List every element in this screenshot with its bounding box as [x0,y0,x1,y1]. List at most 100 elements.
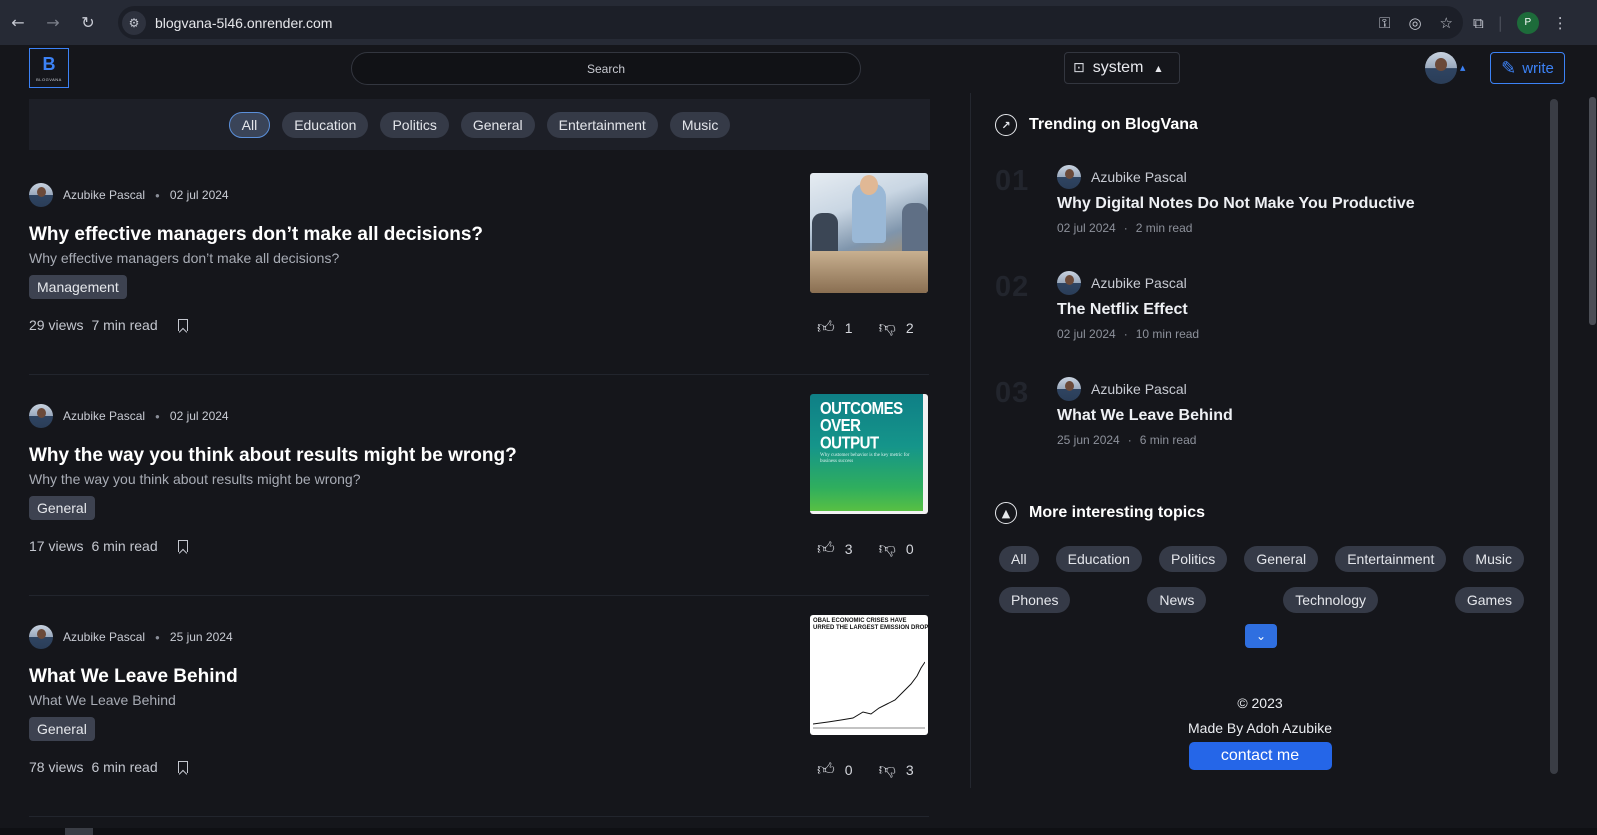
back-icon[interactable]: ← [4,9,32,37]
show-more-topics-button[interactable]: ⌄ [1245,624,1277,648]
thumbs-up-icon[interactable]: 👍︎ [817,538,835,559]
bookmark-icon[interactable] [177,540,188,552]
topic-chip-technology[interactable]: Technology [1283,587,1379,613]
column-divider [970,93,971,788]
topic-chip-general[interactable]: General [1244,546,1319,572]
post-tag[interactable]: Management [29,275,127,299]
author-avatar[interactable] [29,404,53,428]
post-thumbnail[interactable]: OBAL ECONOMIC CRISES HAVE URRED THE LARG… [810,615,928,735]
author-avatar[interactable] [29,183,53,207]
sidebar-scrollbar[interactable] [1550,99,1558,774]
topic-chip-entertainment[interactable]: Entertainment [1335,546,1447,572]
search-input[interactable] [352,53,860,84]
post-card[interactable]: Azubike Pascal ● 25 jun 2024 What We Lea… [29,592,929,817]
post-subtitle: What We Leave Behind [29,692,176,708]
post-card[interactable]: Azubike Pascal ● 02 jul 2024 Why effecti… [29,150,929,375]
thumbs-up-icon[interactable]: 👍︎ [817,759,835,780]
user-menu[interactable]: ▲ [1425,52,1465,84]
extensions-icon[interactable]: ⧉ [1473,14,1484,32]
contact-button[interactable]: contact me [1188,742,1332,770]
author-name[interactable]: Azubike Pascal [63,630,145,644]
topics-row: All Education Politics General Entertain… [999,546,1524,572]
filter-chip-music[interactable]: Music [669,111,731,138]
trending-item[interactable]: 02 Azubike Pascal The Netflix Effect 02 … [995,271,1535,371]
theme-label: system [1092,59,1144,76]
topic-chip-music[interactable]: Music [1463,546,1524,572]
trending-heading: ↗ Trending on BlogVana [995,114,1198,136]
topic-chip-phones[interactable]: Phones [999,587,1071,613]
logo-mark-icon: B [42,53,56,74]
category-filter-bar: All Education Politics General Entertain… [29,99,930,150]
caret-up-icon: ▲ [1460,64,1466,72]
author-avatar[interactable] [1057,377,1081,401]
copyright: © 2023 [1237,695,1283,711]
author-name[interactable]: Azubike Pascal [1091,169,1187,185]
password-key-icon[interactable]: ⚿ [1379,14,1390,32]
post-title[interactable]: What We Leave Behind [29,666,238,688]
write-label: write [1522,59,1554,77]
post-tag[interactable]: General [29,717,95,741]
trending-post-title[interactable]: The Netflix Effect [1057,301,1188,319]
separator-dot: ● [155,190,160,200]
filter-chip-entertainment[interactable]: Entertainment [546,111,658,138]
forward-icon[interactable]: → [39,9,67,37]
author-avatar[interactable] [1057,165,1081,189]
author-avatar[interactable] [1057,271,1081,295]
trending-post-title[interactable]: Why Digital Notes Do Not Make You Produc… [1057,195,1415,213]
browser-toolbar: ← → ↻ ⚙ blogvana-5l46.onrender.com ⚿ ◎ ☆… [0,0,1597,45]
thumbs-down-icon[interactable]: 👎︎ [879,759,896,780]
author-name[interactable]: Azubike Pascal [63,188,145,202]
filter-chip-education[interactable]: Education [282,111,369,138]
view-count: 17 views [29,538,84,554]
made-by: Made By Adoh Azubike [1188,720,1332,736]
topic-chip-education[interactable]: Education [1055,546,1142,572]
caret-up-icon: ▲ [1155,63,1162,73]
eye-off-icon[interactable]: ◎ [1408,14,1421,32]
trending-item[interactable]: 01 Azubike Pascal Why Digital Notes Do N… [995,165,1535,265]
post-thumbnail[interactable] [810,173,928,293]
browser-menu-icon[interactable]: ⋮ [1553,14,1568,32]
filter-chip-general[interactable]: General [460,111,535,138]
like-count: 3 [844,540,853,557]
filter-chip-politics[interactable]: Politics [380,111,449,138]
write-button[interactable]: ✎ write [1490,52,1565,84]
author-name[interactable]: Azubike Pascal [63,409,145,423]
filter-chip-all[interactable]: All [228,111,271,138]
trending-item[interactable]: 03 Azubike Pascal What We Leave Behind 2… [995,377,1535,477]
post-date: 02 jul 2024 [169,188,229,202]
topic-chip-news[interactable]: News [1147,587,1207,613]
url-text[interactable]: blogvana-5l46.onrender.com [155,15,332,31]
author-name[interactable]: Azubike Pascal [1091,381,1187,397]
post-tag[interactable]: General [29,496,95,520]
post-date: 25 jun 2024 [1057,433,1120,447]
post-card[interactable]: Azubike Pascal ● 02 jul 2024 Why the way… [29,371,929,596]
separator-dot: · [1127,433,1132,447]
thumbs-down-icon[interactable]: 👎︎ [879,317,896,338]
trending-rank: 02 [995,271,1030,303]
topic-chip-games[interactable]: Games [1454,587,1524,613]
author-name[interactable]: Azubike Pascal [1091,275,1187,291]
page-scrollbar[interactable] [1589,97,1596,325]
theme-select[interactable]: ⊡ system ▲ [1064,52,1180,84]
user-avatar[interactable] [1425,52,1457,84]
trending-post-title[interactable]: What We Leave Behind [1057,407,1233,425]
blogvana-logo[interactable]: B BLOGVANA [29,48,69,88]
author-avatar[interactable] [29,625,53,649]
bookmark-icon[interactable] [177,761,188,773]
reload-icon[interactable]: ↻ [74,9,102,37]
search-box[interactable] [351,52,861,85]
post-thumbnail[interactable]: OUTCOMES OVER OUTPUT Why customer behavi… [810,394,928,514]
post-subtitle: Why the way you think about results migh… [29,471,361,487]
read-time: 6 min read [1139,433,1197,447]
site-settings-icon[interactable]: ⚙ [122,10,146,35]
post-title[interactable]: Why effective managers don’t make all de… [29,224,483,246]
post-title[interactable]: Why the way you think about results migh… [29,445,517,467]
topic-chip-all[interactable]: All [999,546,1039,572]
thumbs-up-icon[interactable]: 👍︎ [817,317,835,338]
bookmark-icon[interactable] [177,319,188,331]
address-bar[interactable]: ⚙ blogvana-5l46.onrender.com ⚿ ◎ ☆ [118,6,1463,39]
browser-profile-avatar[interactable]: P [1516,11,1539,34]
thumbs-down-icon[interactable]: 👎︎ [879,538,896,559]
bookmark-star-icon[interactable]: ☆ [1440,14,1453,32]
topic-chip-politics[interactable]: Politics [1158,546,1228,572]
